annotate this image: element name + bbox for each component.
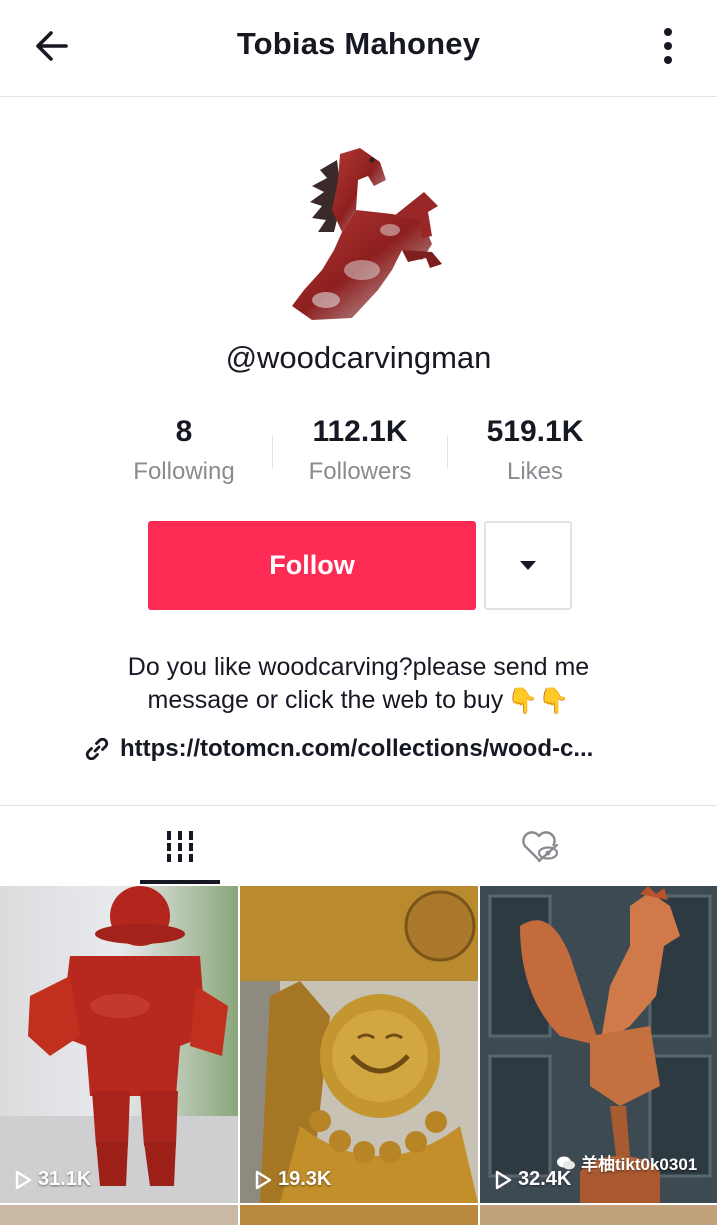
followers-label: Followers — [308, 458, 412, 485]
play-icon — [495, 1170, 512, 1189]
profile-bio: Do you like woodcarving?please send me m… — [60, 651, 657, 718]
bio-link-text: https://totomcn.com/collections/wood-c..… — [120, 735, 594, 762]
videos-grid-icon — [167, 831, 193, 862]
play-icon — [15, 1170, 32, 1189]
video-thumbnail-partial[interactable] — [0, 1205, 238, 1225]
view-count-text: 19.3K — [278, 1168, 332, 1190]
watermark-text: 羊柚tikt0k0301 — [581, 1155, 698, 1174]
liked-private-icon — [522, 831, 559, 863]
profile-avatar[interactable] — [282, 140, 452, 330]
view-count: 31.1K — [14, 1168, 91, 1191]
buddha-carving-thumbnail — [240, 886, 478, 1203]
top-bar: Tobias Mahoney — [0, 0, 717, 97]
video-thumbnail[interactable]: 19.3K — [240, 886, 478, 1203]
view-count-text: 31.1K — [38, 1168, 92, 1190]
tab-videos[interactable] — [140, 806, 220, 886]
wechat-icon — [557, 1156, 575, 1169]
bio-link[interactable]: https://totomcn.com/collections/wood-c..… — [84, 732, 593, 766]
username: @woodcarvingman — [225, 340, 492, 375]
pirate-figure-thumbnail — [0, 886, 238, 1203]
carved-horse-avatar — [292, 148, 442, 320]
active-tab-indicator — [140, 880, 220, 884]
likes-label: Likes — [506, 458, 564, 485]
more-vertical-icon — [664, 28, 672, 64]
followers-count: 112.1K — [312, 415, 408, 448]
profile-title: Tobias Mahoney — [236, 26, 481, 61]
stat-following[interactable]: 8 Following — [96, 414, 272, 486]
view-count: 19.3K — [254, 1168, 331, 1191]
stat-followers[interactable]: 112.1K Followers — [272, 414, 448, 486]
caret-down-icon — [520, 561, 536, 570]
watermark: 羊柚tikt0k0301 — [556, 1150, 697, 1175]
following-label: Following — [133, 458, 235, 485]
link-icon — [85, 737, 109, 761]
video-thumbnail-partial[interactable] — [480, 1205, 717, 1225]
bio-line-1: Do you like woodcarving?please send me — [127, 653, 590, 681]
suggested-accounts-button[interactable] — [484, 521, 572, 610]
tabs-divider — [0, 805, 717, 806]
bio-line-2: message or click the web to buy 👇👇 — [60, 684, 657, 718]
play-icon — [255, 1170, 272, 1189]
video-thumbnail[interactable]: 31.1K — [0, 886, 238, 1203]
tab-liked-videos[interactable] — [500, 806, 580, 886]
more-options-button[interactable] — [650, 22, 686, 70]
following-count: 8 — [175, 415, 193, 448]
pointing-down-emoji: 👇👇 — [507, 686, 570, 715]
stat-likes: 519.1K Likes — [447, 414, 623, 486]
likes-count: 519.1K — [486, 415, 584, 448]
profile-stats: 8 Following 112.1K Followers 519.1K Like… — [96, 414, 616, 494]
bio-line-2-text: message or click the web to buy — [147, 686, 504, 714]
follow-button[interactable]: Follow — [148, 521, 476, 610]
video-thumbnail-partial[interactable] — [240, 1205, 478, 1225]
